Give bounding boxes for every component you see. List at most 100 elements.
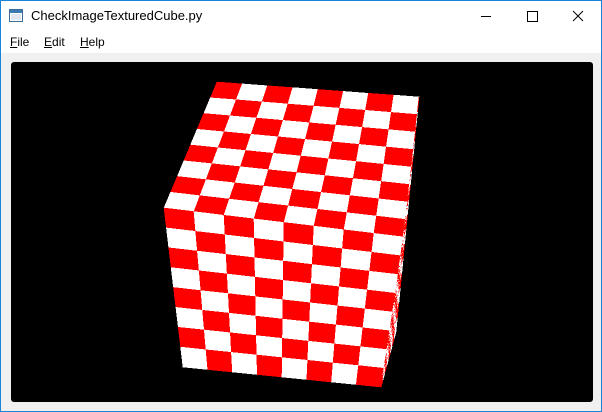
checker-tile [197,250,228,275]
checker-tile [217,131,252,151]
checker-tile [371,233,405,257]
checker-tile [388,112,418,133]
checker-tile [360,327,390,350]
checker-tile [306,359,334,383]
checker-tile [358,346,388,369]
checker-tile [273,136,306,157]
checker-tile [227,293,257,317]
checker-tile [245,133,279,154]
title-bar[interactable]: CheckImageTexturedCube.py [1,1,601,31]
checker-tile [198,270,229,294]
maximize-icon [527,11,538,22]
menu-edit[interactable]: Edit [44,35,65,49]
checker-tile [175,307,205,331]
checker-tile [255,315,284,339]
checker-tile [300,139,333,160]
checker-tile [355,144,387,165]
checker-tile [225,254,256,278]
checker-tile [202,309,231,334]
checker-tile [203,329,232,353]
checker-tile [211,147,247,168]
checker-tile [281,357,309,380]
checker-tile [366,270,399,294]
checker-tile [282,103,315,124]
checker-tile [226,273,256,298]
checker-tile [256,354,283,378]
close-button[interactable] [555,1,601,31]
checker-tile [231,352,258,375]
window-title: CheckImageTexturedCube.py [31,8,203,23]
checker-tile [310,283,340,307]
checker-tile [200,290,230,314]
checker-tile [339,91,369,111]
checker-tile [193,211,226,236]
checker-tile [173,287,203,311]
checker-tile [228,312,257,336]
checker-tile [223,214,255,239]
checker-tile [337,286,368,310]
checker-tile [308,321,337,345]
checker-tile [332,343,362,366]
checker-tile [309,105,340,126]
app-window: CheckImageTexturedCube.py File Edit Help [0,0,602,412]
checker-tile [355,365,385,388]
checker-tile [383,146,414,168]
checker-tile [283,222,315,246]
render-viewport[interactable] [11,62,593,402]
checker-tile [335,305,366,329]
checker-tile [324,158,357,179]
checker-tile [352,161,385,182]
checker-tile [250,117,284,138]
checker-tile [253,218,285,243]
menu-file[interactable]: File [10,35,29,49]
checker-tile [170,267,202,291]
checker-tile [166,227,198,252]
checker-tile [281,338,309,361]
checker-tile [307,340,335,364]
checker-tile [340,248,373,272]
checker-tile [255,296,284,320]
checker-tile [390,94,420,115]
maximize-button[interactable] [509,1,555,31]
checker-tile [254,276,284,301]
checker-tile [331,362,359,385]
checker-tile [261,85,294,105]
checker-tile [365,92,395,113]
menu-help[interactable]: Help [80,35,105,49]
checker-tile [320,175,354,196]
checker-tile [304,122,337,143]
checker-tile [282,318,310,342]
menu-edit-mnemonic: E [44,35,53,49]
menu-edit-label: dit [52,35,65,49]
checker-tile [223,115,258,135]
close-icon [572,10,584,22]
checker-tile [362,308,393,332]
checker-tile [369,251,402,275]
menu-help-mnemonic: H [80,35,89,49]
checker-tile [378,181,410,203]
checker-tile [224,234,256,259]
checker-tile [313,89,344,109]
textured-cube[interactable] [11,62,593,402]
checker-tile [292,172,326,193]
checker-tile [331,124,363,145]
checker-tile [310,264,342,288]
menu-file-label: ile [17,35,30,49]
checker-tile [342,229,375,253]
checker-tile [381,163,412,185]
checker-tile [282,299,311,323]
minimize-icon [481,16,491,17]
menu-bar: File Edit Help [1,31,601,53]
checker-tile [230,332,258,356]
checker-tile [311,244,343,269]
checker-tile [256,101,289,121]
checker-tile [205,349,233,373]
checker-tile [254,237,285,262]
checker-tile [277,120,310,140]
checker-tile [177,326,207,351]
menu-help-label: elp [88,35,105,49]
checker-tile [312,225,345,250]
minimize-button[interactable] [463,1,509,31]
checker-tile [256,335,283,359]
checker-tile [309,302,339,326]
